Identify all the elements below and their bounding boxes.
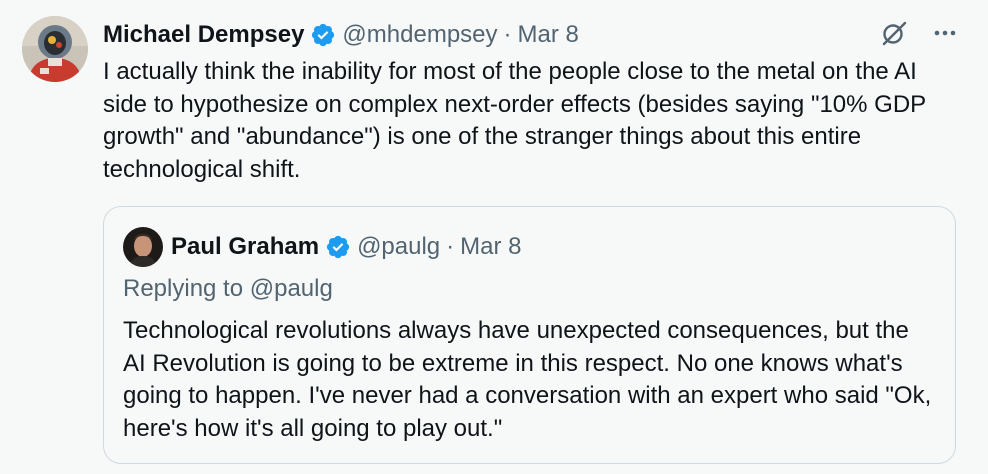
separator: · <box>446 233 455 260</box>
tweet[interactable]: Michael Dempsey @mhdempsey · Mar 8 I act <box>0 0 988 474</box>
quoted-author-avatar[interactable] <box>123 227 163 267</box>
verified-badge-icon <box>325 234 351 260</box>
author-name[interactable]: Michael Dempsey <box>103 21 304 49</box>
quoted-author-handle[interactable]: @paulg <box>357 233 440 261</box>
tweet-text: I actually think the inability for most … <box>103 58 926 183</box>
tweet-date[interactable]: Mar 8 <box>518 21 579 49</box>
grok-icon[interactable] <box>880 19 908 52</box>
quoted-tweet-header: Paul Graham @paulg · Mar 8 <box>171 229 522 265</box>
quoted-tweet-date[interactable]: Mar 8 <box>460 233 521 261</box>
author-handle[interactable]: @mhdempsey <box>342 21 497 49</box>
more-options-icon[interactable] <box>932 20 958 51</box>
quoted-tweet[interactable]: Paul Graham @paulg · Mar 8 Replying to @… <box>103 206 956 464</box>
separator: · <box>503 21 512 48</box>
replying-to[interactable]: Replying to @paulg <box>123 275 333 303</box>
tweet-actions <box>880 19 958 52</box>
verified-badge-icon <box>310 22 336 48</box>
quoted-author-name[interactable]: Paul Graham <box>171 233 319 261</box>
author-avatar[interactable] <box>22 16 88 82</box>
quoted-tweet-text: Technological revolutions always have un… <box>123 317 932 442</box>
tweet-header: Michael Dempsey @mhdempsey · Mar 8 <box>103 17 579 53</box>
